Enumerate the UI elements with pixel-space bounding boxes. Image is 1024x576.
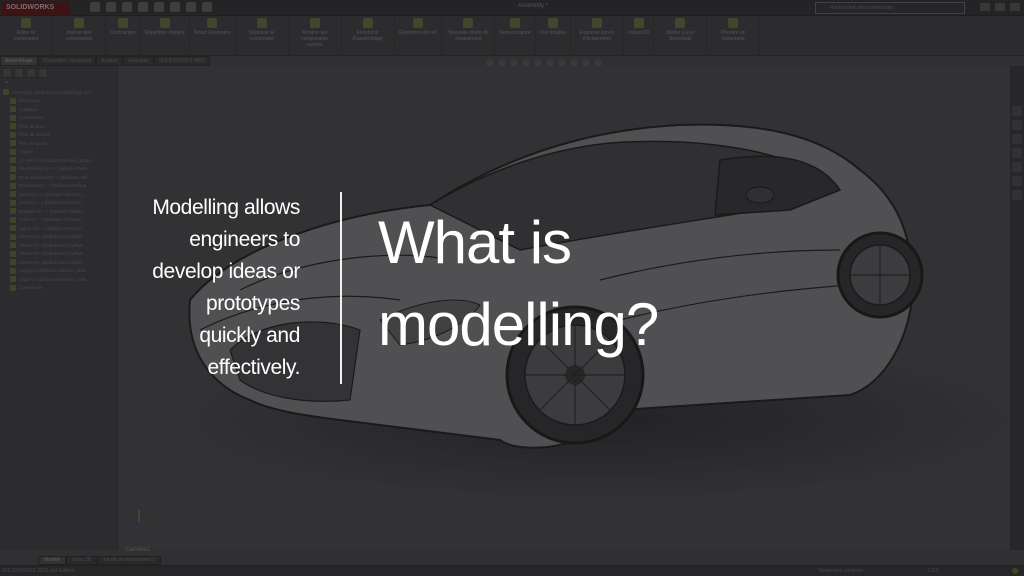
slide-divider <box>340 192 342 384</box>
title-line: What is <box>378 209 572 276</box>
subtitle-line: develop ideas or <box>152 260 300 283</box>
subtitle-line: quickly and <box>199 324 300 347</box>
slide-title: What is modelling? <box>378 202 659 366</box>
title-line: modelling? <box>378 291 659 358</box>
subtitle-line: prototypes <box>205 292 300 315</box>
subtitle-line: engineers to <box>189 228 300 251</box>
slide-subtitle: Modelling allows engineers to develop idea… <box>80 192 300 384</box>
subtitle-line: effectively. <box>207 356 301 379</box>
subtitle-line: Modelling allows <box>152 196 300 219</box>
